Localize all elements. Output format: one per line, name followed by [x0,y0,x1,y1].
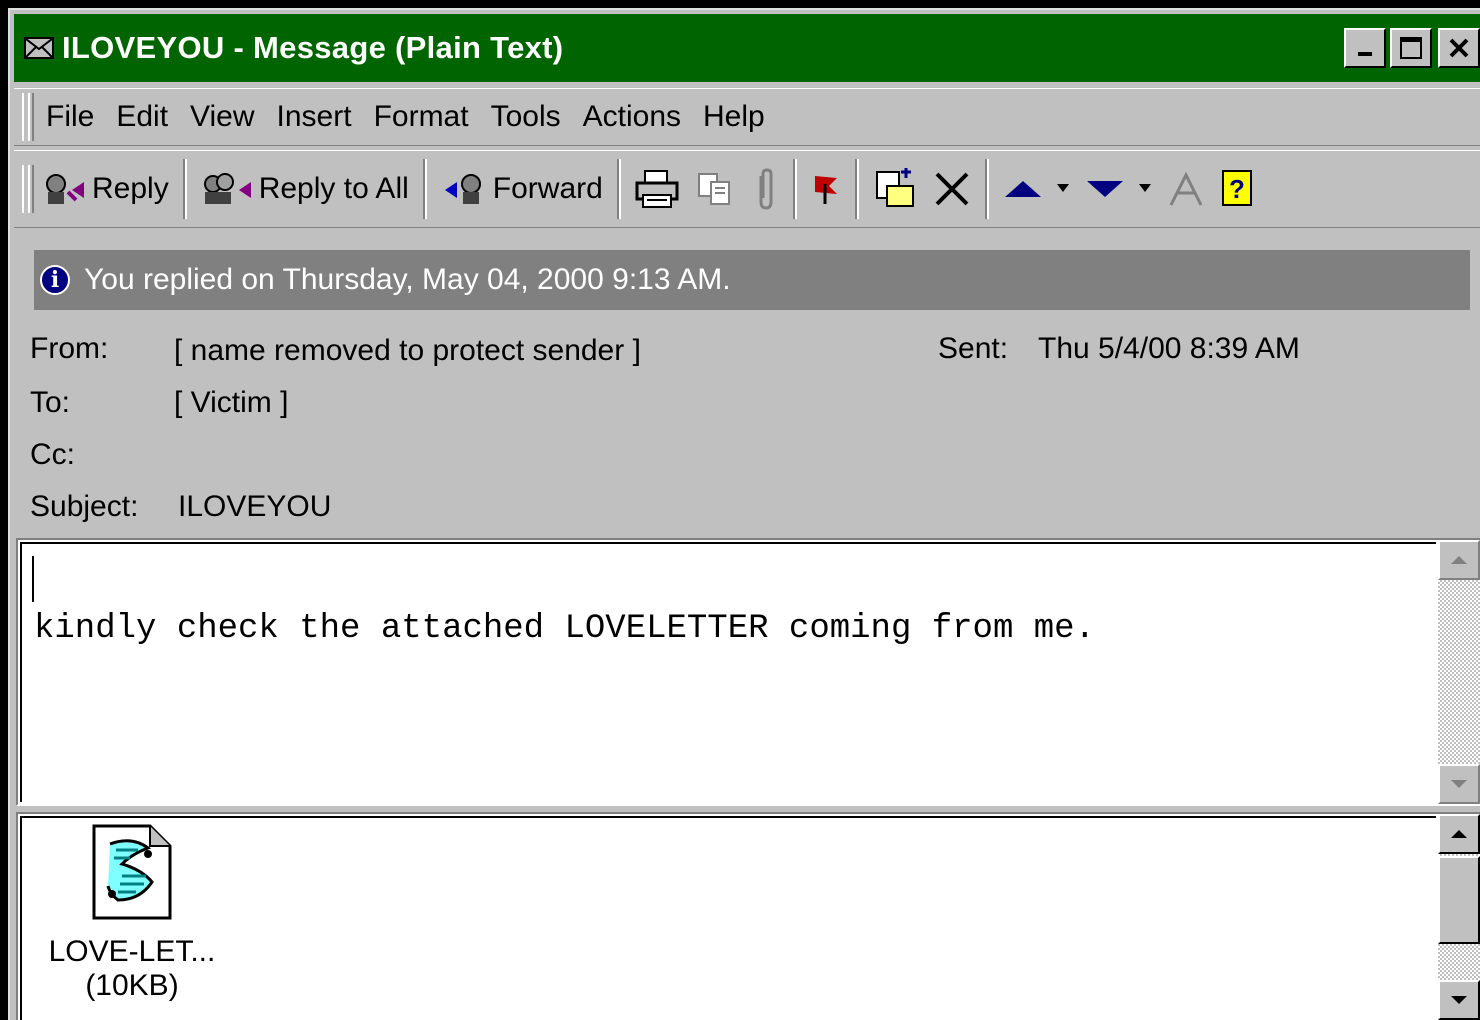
print-button[interactable] [627,159,687,219]
scroll-down-button[interactable] [1438,764,1480,804]
message-body[interactable]: kindly check the attached LOVELETTER com… [20,542,1436,802]
next-item-button[interactable] [1077,159,1159,219]
font-size-button[interactable] [1159,159,1213,219]
maximize-icon [1400,37,1422,59]
menu-insert[interactable]: Insert [277,100,352,134]
reply-all-icon [201,172,255,206]
cc-label: Cc: [30,438,75,471]
close-button[interactable] [1438,28,1480,68]
minimize-button[interactable] [1344,28,1386,68]
forward-icon [441,172,489,206]
menu-help[interactable]: Help [703,100,765,134]
reply-to-all-button[interactable]: Reply to All [193,159,417,219]
chevron-down-icon[interactable] [1138,184,1151,194]
flag-button[interactable] [803,159,849,219]
reply-to-all-label: Reply to All [258,172,409,205]
help-icon: ? [1221,170,1252,206]
move-to-folder-button[interactable] [865,159,925,219]
body-scrollbar[interactable] [1438,540,1480,804]
arrow-up-icon [1451,830,1467,838]
reply-button[interactable]: Reply [34,159,177,219]
subject-value: ILOVEYOU [178,490,332,523]
paperclip-icon [759,168,773,210]
message-window: ILOVEYOU - Message (Plain Text) File Edi… [8,8,1480,1020]
attachment-item[interactable]: LOVE-LET... (10KB) [42,824,222,1003]
subject-label: Subject: [30,490,139,523]
toolbar-separator [422,159,427,219]
font-size-icon [1169,171,1203,206]
menu-view[interactable]: View [190,100,254,134]
attachment-pane: LOVE-LET... (10KB) [16,812,1480,1020]
reply-icon [42,172,88,206]
scroll-up-button[interactable] [1438,814,1480,854]
menu-file[interactable]: File [46,100,94,134]
info-icon: i [40,265,70,295]
svg-text:?: ? [1229,174,1245,204]
toolbar-separator [182,159,187,219]
menu-format[interactable]: Format [374,100,469,134]
menu-tools[interactable]: Tools [491,100,561,134]
scroll-down-button[interactable] [1438,980,1480,1020]
scroll-up-button[interactable] [1438,540,1480,580]
delete-icon [935,172,969,206]
copy-button[interactable] [687,159,743,219]
sent-value: Thu 5/4/00 8:39 AM [1038,332,1300,365]
arrow-down-icon [1451,780,1467,788]
close-icon [1449,38,1469,58]
toolbar-separator [616,159,621,219]
attachment-scrollbar[interactable] [1438,814,1480,1020]
arrow-down-icon [1086,181,1123,197]
window-title: ILOVEYOU - Message (Plain Text) [62,30,564,65]
scroll-thumb[interactable] [1438,856,1480,944]
move-to-folder-icon [875,168,914,207]
flag-icon [814,176,837,204]
forward-label: Forward [492,172,603,205]
attachment-size: (10KB) [85,969,179,1002]
attachment-name: LOVE-LET... [48,935,216,968]
attachment-well: LOVE-LET... (10KB) [20,816,1436,1020]
delete-button[interactable] [925,159,979,219]
standard-toolbar: Reply Reply to All Forward ? [14,150,1480,228]
toolbar-separator [792,159,797,219]
arrow-up-icon [1004,181,1041,197]
to-value[interactable]: [ Victim ] [174,386,288,420]
sent-label: Sent: [938,332,1009,365]
script-file-icon [92,824,172,920]
title-bar[interactable]: ILOVEYOU - Message (Plain Text) [14,14,1480,82]
reply-label: Reply [92,172,169,205]
menu-actions[interactable]: Actions [583,100,681,134]
toolbar-separator [984,159,989,219]
menu-bar: File Edit View Insert Format Tools Actio… [14,88,1480,146]
menu-grip[interactable] [22,93,34,141]
arrow-up-icon [1451,556,1467,564]
arrow-down-icon [1451,996,1467,1004]
text-caret [32,556,34,602]
from-label: From: [30,332,109,365]
menu-edit[interactable]: Edit [116,100,168,134]
minimize-icon [1358,52,1372,56]
chevron-down-icon[interactable] [1056,184,1069,194]
info-text: You replied on Thursday, May 04, 2000 9:… [84,263,731,296]
previous-item-button[interactable] [995,159,1077,219]
printer-icon [635,170,679,208]
maximize-button[interactable] [1390,28,1432,68]
message-body-text: kindly check the attached LOVELETTER com… [34,610,1095,648]
forward-button[interactable]: Forward [433,159,611,219]
toolbar-separator [854,159,859,219]
message-body-pane[interactable]: kindly check the attached LOVELETTER com… [16,538,1480,806]
help-button[interactable]: ? [1213,159,1265,219]
window-controls [1340,28,1480,68]
envelope-icon [24,37,54,59]
toolbar-grip[interactable] [22,165,34,213]
from-value: [ name removed to protect sender ] [174,334,641,367]
attach-button[interactable] [743,159,787,219]
copy-icon [697,173,730,205]
info-bar: i You replied on Thursday, May 04, 2000 … [34,250,1470,310]
to-label: To: [30,386,71,419]
